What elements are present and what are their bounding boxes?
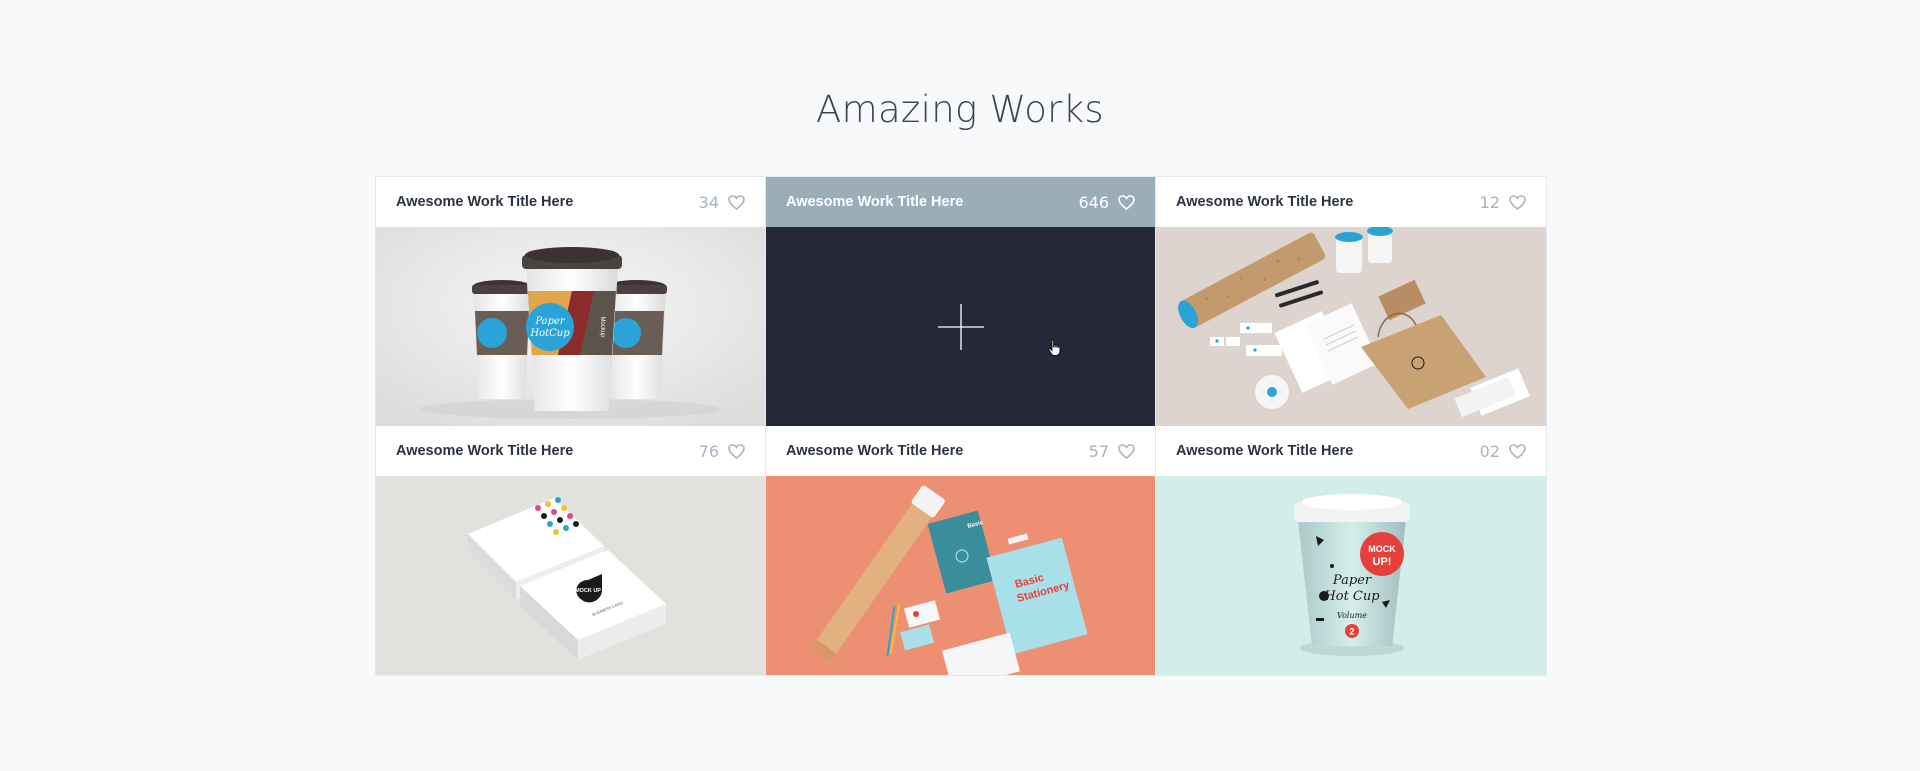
heart-icon[interactable] — [1118, 194, 1135, 210]
like-count: 57 — [1088, 441, 1109, 461]
work-image-basic-stationery[interactable]: Basic Basic Stationery — [766, 476, 1155, 675]
work-meta: 12 — [1480, 193, 1526, 212]
section-title: Amazing Works — [815, 88, 1104, 131]
work-meta: 34 — [699, 193, 745, 212]
svg-text:2: 2 — [1349, 627, 1354, 637]
coffee-cups-mockup-image: Paper HotCup Mockup — [376, 227, 765, 426]
work-card-header: Awesome Work Title Here 76 — [376, 426, 765, 476]
kraft-stationery-mockup-image — [1156, 227, 1546, 426]
svg-text:Volume: Volume — [1337, 611, 1367, 620]
work-card-header: Awesome Work Title Here 646 — [766, 177, 1155, 227]
works-grid: Awesome Work Title Here 34 Paper HotCup … — [375, 176, 1547, 676]
heart-icon[interactable] — [1509, 194, 1526, 210]
like-count: 646 — [1078, 192, 1109, 212]
work-card[interactable]: Awesome Work Title Here 76 MOCK UP BUSIN… — [376, 426, 765, 675]
svg-text:HotCup: HotCup — [529, 328, 570, 339]
work-card[interactable]: Awesome Work Title Here 02 MOCK UP! Pape… — [1156, 426, 1546, 675]
work-image-kraft-stationery[interactable] — [1156, 227, 1546, 426]
svg-text:Paper: Paper — [534, 316, 566, 327]
heart-icon[interactable] — [728, 194, 745, 210]
work-card[interactable]: Awesome Work Title Here 57 Basic Basic S… — [766, 426, 1155, 675]
work-image-paper-hot-cup[interactable]: MOCK UP! Paper Hot Cup Volume 2 — [1156, 476, 1546, 675]
works-section: Amazing Works Awesome Work Title Here 34 — [0, 0, 1920, 771]
work-meta: 646 — [1078, 193, 1135, 212]
svg-text:Mockup: Mockup — [599, 316, 605, 338]
work-card-active[interactable]: Awesome Work Title Here 646 — [766, 177, 1155, 426]
work-image-business-cards[interactable]: MOCK UP BUSINESS CARD — [376, 476, 765, 675]
heart-icon[interactable] — [728, 443, 745, 459]
work-meta: 76 — [699, 442, 745, 461]
like-count: 12 — [1479, 192, 1500, 212]
svg-text:Hot Cup: Hot Cup — [1323, 589, 1380, 604]
work-meta: 02 — [1480, 442, 1526, 461]
work-title[interactable]: Awesome Work Title Here — [396, 194, 573, 210]
work-title[interactable]: Awesome Work Title Here — [1176, 194, 1353, 210]
hand-cursor-icon — [1048, 339, 1061, 356]
heart-icon[interactable] — [1118, 443, 1135, 459]
work-card-header: Awesome Work Title Here 57 — [766, 426, 1155, 476]
work-card-header: Awesome Work Title Here 02 — [1156, 426, 1546, 476]
svg-text:MOCK UP: MOCK UP — [575, 588, 601, 594]
like-count: 02 — [1479, 441, 1500, 461]
like-count: 76 — [698, 441, 719, 461]
work-title[interactable]: Awesome Work Title Here — [396, 443, 573, 459]
like-count: 34 — [698, 192, 719, 212]
svg-text:UP!: UP! — [1373, 556, 1392, 568]
business-cards-mockup-image: MOCK UP BUSINESS CARD — [376, 476, 765, 675]
work-card-header: Awesome Work Title Here 12 — [1156, 177, 1546, 227]
svg-text:Paper: Paper — [1332, 573, 1372, 588]
work-title[interactable]: Awesome Work Title Here — [1176, 443, 1353, 459]
plus-icon[interactable] — [937, 303, 985, 351]
heart-icon[interactable] — [1509, 443, 1526, 459]
work-title[interactable]: Awesome Work Title Here — [786, 443, 963, 459]
work-image-hover[interactable] — [766, 227, 1155, 426]
work-image-coffee-cups[interactable]: Paper HotCup Mockup — [376, 227, 765, 426]
work-meta: 57 — [1089, 442, 1135, 461]
work-card-header: Awesome Work Title Here 34 — [376, 177, 765, 227]
work-card[interactable]: Awesome Work Title Here 12 — [1156, 177, 1546, 426]
basic-stationery-mockup-image: Basic Basic Stationery — [766, 476, 1155, 675]
work-title[interactable]: Awesome Work Title Here — [786, 194, 963, 210]
paper-hot-cup-mockup-image: MOCK UP! Paper Hot Cup Volume 2 — [1156, 476, 1546, 675]
svg-text:MOCK: MOCK — [1368, 544, 1396, 554]
work-card[interactable]: Awesome Work Title Here 34 Paper HotCup … — [376, 177, 765, 426]
